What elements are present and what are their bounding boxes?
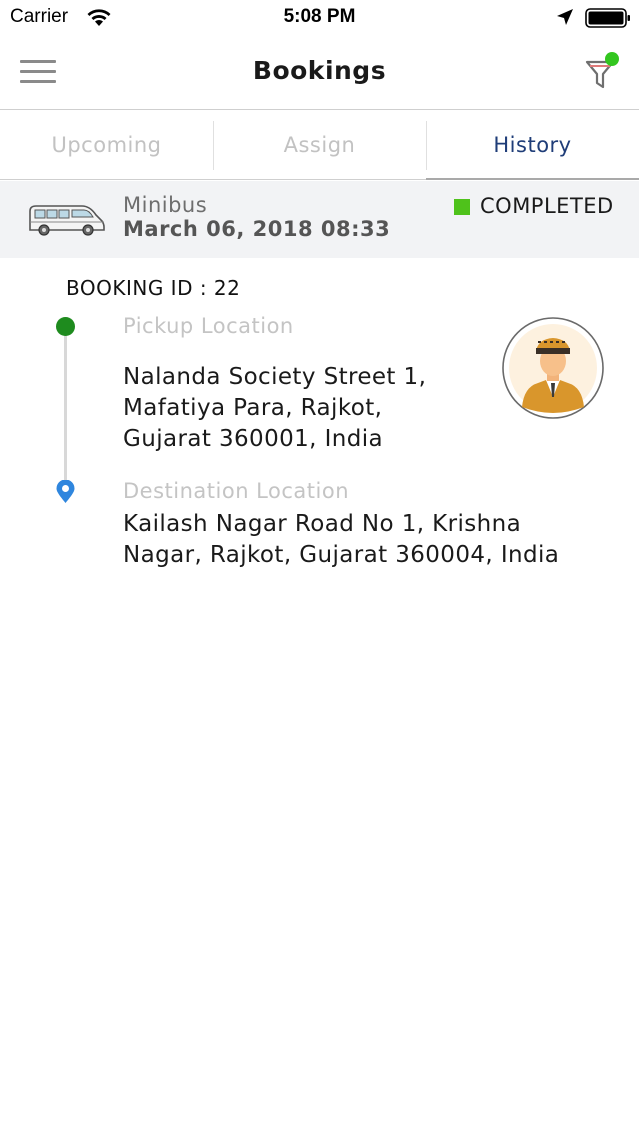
destination-location-label: Destination Location (123, 479, 349, 503)
pickup-address-line: Mafatiya Para, Rajkot, (123, 395, 383, 421)
booking-id: BOOKING ID : 22 (66, 276, 241, 300)
destination-pin-icon (56, 480, 75, 503)
location-arrow-icon (557, 9, 573, 25)
filter-icon[interactable] (582, 50, 624, 92)
clock-time: 5:08 PM (283, 6, 356, 27)
pickup-location-label: Pickup Location (123, 314, 294, 338)
vehicle-type: Minibus (123, 193, 208, 217)
booking-tabs: Upcoming Assign History (0, 111, 639, 180)
minibus-icon (29, 205, 105, 236)
page-title: Bookings (252, 56, 387, 85)
battery-icon (585, 8, 630, 28)
navigation-bar: Bookings (0, 36, 639, 110)
tab-upcoming[interactable]: Upcoming (0, 111, 213, 179)
booking-card-header[interactable]: Minibus March 06, 2018 08:33 COMPLETED (0, 181, 639, 258)
pickup-address-line: Nalanda Society Street 1, (123, 364, 427, 390)
filter-active-badge (605, 52, 619, 66)
tab-assign[interactable]: Assign (213, 111, 426, 179)
destination-address-line: Nagar, Rajkot, Gujarat 360004, India (123, 542, 560, 568)
destination-address: Kailash Nagar Road No 1, Krishna Nagar, … (123, 509, 623, 571)
pickup-address-line: Gujarat 360001, India (123, 426, 384, 452)
pickup-address: Nalanda Society Street 1, Mafatiya Para,… (123, 362, 483, 455)
status-bar: Carrier 5:08 PM (0, 0, 639, 36)
pickup-dot-icon (56, 317, 75, 336)
destination-address-line: Kailash Nagar Road No 1, Krishna (123, 511, 522, 537)
booking-date: March 06, 2018 08:33 (123, 217, 391, 241)
route-timeline-line (64, 330, 67, 490)
status-indicator (454, 199, 470, 215)
status-badge: COMPLETED (480, 194, 614, 218)
driver-avatar[interactable] (502, 317, 604, 419)
tab-history[interactable]: History (426, 111, 639, 180)
